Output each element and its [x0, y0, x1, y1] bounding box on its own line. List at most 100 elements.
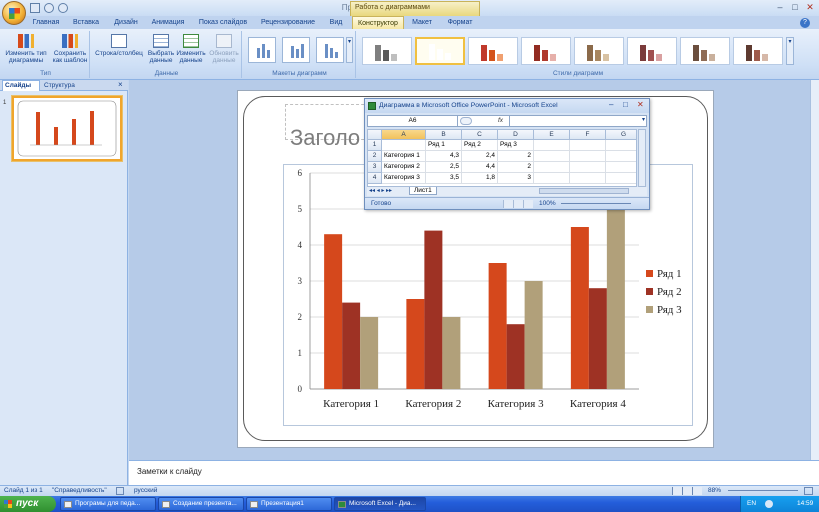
select-all-corner[interactable] — [368, 130, 382, 140]
excel-hscroll[interactable] — [539, 188, 629, 194]
tab-animation[interactable]: Анимация — [146, 16, 190, 29]
tab-layout[interactable]: Макет — [406, 16, 438, 29]
task-browser[interactable]: Создание презента... — [158, 497, 244, 511]
styles-scroll-icon[interactable]: ▾ — [786, 37, 794, 65]
cell[interactable]: 2 — [498, 151, 534, 162]
chart-style-brown[interactable] — [680, 37, 730, 65]
cell[interactable]: Категория 2 — [382, 162, 426, 173]
cell[interactable]: Ряд 2 — [462, 140, 498, 151]
cell[interactable]: 4,4 — [462, 162, 498, 173]
cell[interactable]: Ряд 3 — [498, 140, 534, 151]
column-header-D[interactable]: D — [498, 130, 534, 140]
column-header-A[interactable]: A — [382, 130, 426, 140]
column-header-G[interactable]: G — [606, 130, 636, 140]
column-header-E[interactable]: E — [534, 130, 570, 140]
row-header-2[interactable]: 2 — [368, 151, 382, 162]
cell[interactable] — [570, 173, 606, 184]
tab-home[interactable]: Главная — [28, 16, 64, 29]
tab-review[interactable]: Рецензирование — [256, 16, 320, 29]
save-icon[interactable] — [30, 3, 40, 13]
vertical-scrollbar[interactable] — [810, 80, 819, 460]
refresh-data-button[interactable]: Обновить данные — [208, 34, 240, 64]
minimize-icon[interactable]: – — [774, 2, 786, 13]
redo-icon[interactable] — [58, 3, 68, 13]
start-button[interactable]: пуск — [0, 496, 56, 512]
name-box[interactable]: A6 — [368, 116, 458, 126]
layout-thumb-2[interactable] — [282, 37, 310, 63]
fx-icon[interactable]: fx — [498, 116, 503, 126]
pane-close-icon[interactable]: × — [118, 80, 126, 89]
chart-style-rose[interactable] — [627, 37, 677, 65]
slide-thumbnail[interactable] — [12, 96, 122, 161]
tab-slideshow[interactable]: Показ слайдов — [194, 16, 252, 29]
save-as-template-button[interactable]: Сохранить как шаблон — [50, 34, 90, 64]
tab-design[interactable]: Дизайн — [108, 16, 144, 29]
column-header-B[interactable]: B — [426, 130, 462, 140]
task-powerpoint[interactable]: Презентация1 — [246, 497, 332, 511]
tab-outline[interactable]: Структура — [42, 81, 84, 91]
change-chart-type-button[interactable]: Изменить тип диаграммы — [4, 34, 48, 64]
chart-style-selected[interactable] — [415, 37, 465, 65]
cell[interactable]: 4,3 — [426, 151, 462, 162]
cell[interactable]: Категория 1 — [382, 151, 426, 162]
sheet-nav-icon[interactable]: ◂◂ ◂ ▸ ▸▸ — [369, 187, 392, 194]
help-icon[interactable]: ? — [800, 18, 810, 28]
excel-window[interactable]: Диаграмма в Microsoft Office PowerPoint … — [364, 98, 650, 210]
sheet-tab[interactable]: Лист1 — [409, 187, 437, 195]
layout-thumb-3[interactable] — [316, 37, 344, 63]
cell[interactable]: 2,4 — [462, 151, 498, 162]
chart-style-mixed[interactable] — [733, 37, 783, 65]
column-header-C[interactable]: C — [462, 130, 498, 140]
cell[interactable]: 3 — [498, 173, 534, 184]
row-header-3[interactable]: 3 — [368, 162, 382, 173]
cell[interactable]: Ряд 1 — [426, 140, 462, 151]
chart-style-warm2[interactable] — [521, 37, 571, 65]
spellcheck-icon[interactable] — [116, 487, 124, 495]
edit-data-button[interactable]: Изменить данные — [176, 34, 206, 64]
close-icon[interactable]: ✕ — [804, 2, 816, 13]
chart-style-tan[interactable] — [574, 37, 624, 65]
fit-slide-icon[interactable] — [804, 487, 813, 495]
cell[interactable] — [534, 151, 570, 162]
cell[interactable] — [606, 162, 636, 173]
select-data-button[interactable]: Выбрать данные — [146, 34, 176, 64]
cell[interactable] — [606, 151, 636, 162]
cell[interactable] — [382, 140, 426, 151]
cell[interactable] — [570, 151, 606, 162]
tab-view[interactable]: Вид — [324, 16, 348, 29]
row-header-1[interactable]: 1 — [368, 140, 382, 151]
task-excel[interactable]: Microsoft Excel - Диа... — [334, 497, 426, 511]
layout-thumb-1[interactable] — [248, 37, 276, 63]
keyboard-lang[interactable]: EN — [747, 500, 756, 507]
cell[interactable]: 2,5 — [426, 162, 462, 173]
task-folder[interactable]: Програмы для педа... — [60, 497, 156, 511]
cell[interactable] — [534, 173, 570, 184]
column-header-F[interactable]: F — [570, 130, 606, 140]
undo-icon[interactable] — [44, 3, 54, 13]
view-buttons[interactable] — [672, 487, 702, 495]
excel-grid[interactable]: A B C D E F G 1 Ряд 1 Ряд 2 Ряд 3 2 Категория 1 4,3 2,… — [367, 129, 637, 187]
tray-icon[interactable] — [765, 500, 773, 508]
formula-expand-icon[interactable]: ▾ — [640, 116, 647, 126]
cell[interactable] — [534, 162, 570, 173]
cell[interactable] — [534, 140, 570, 151]
tab-slides[interactable]: Слайды — [2, 80, 40, 91]
formula-input[interactable] — [509, 116, 639, 126]
cell[interactable]: 1,8 — [462, 173, 498, 184]
cell[interactable] — [606, 173, 636, 184]
switch-row-column-button[interactable]: Строка/столбец — [94, 34, 144, 57]
zoom-slider[interactable] — [728, 490, 798, 491]
excel-close-icon[interactable]: ✕ — [637, 100, 644, 109]
excel-vscroll[interactable] — [638, 129, 646, 187]
tab-format[interactable]: Формат — [442, 16, 478, 29]
layouts-scroll-icon[interactable]: ▾ — [346, 37, 353, 63]
cell[interactable] — [570, 140, 606, 151]
excel-maximize-icon[interactable]: □ — [623, 100, 628, 109]
tab-insert[interactable]: Вставка — [68, 16, 104, 29]
cell[interactable]: Категория 3 — [382, 173, 426, 184]
row-header-4[interactable]: 4 — [368, 173, 382, 184]
notes-pane[interactable]: Заметки к слайду — [129, 460, 819, 485]
chart-style-default[interactable] — [362, 37, 412, 65]
chart-style-warm1[interactable] — [468, 37, 518, 65]
excel-minimize-icon[interactable]: – — [609, 100, 613, 109]
